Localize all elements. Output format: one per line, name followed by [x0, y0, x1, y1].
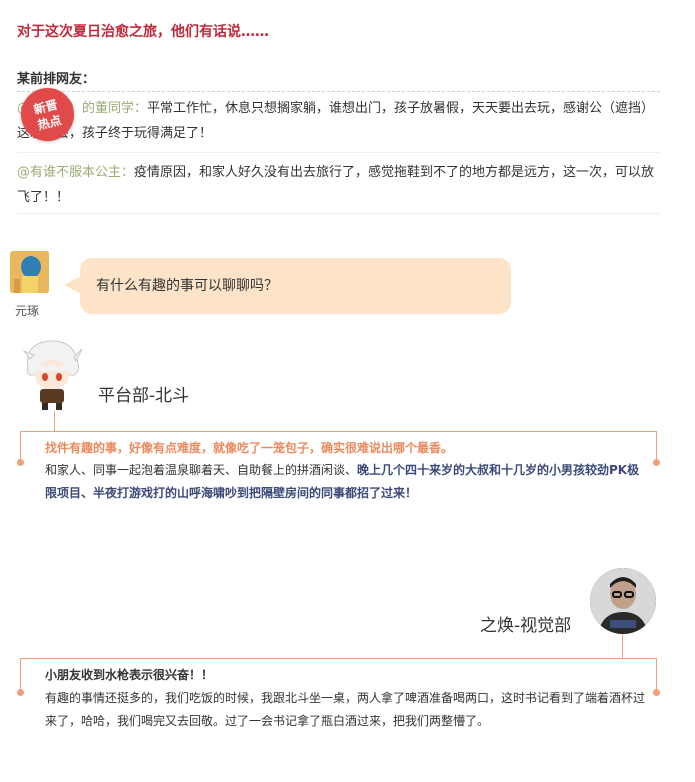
comment-user[interactable]: @有谁不服本公主：: [17, 165, 134, 180]
anime-avatar-icon: [22, 340, 83, 410]
section-label: 某前排网友：: [17, 72, 96, 87]
avatar: [10, 251, 49, 293]
quote-dot: [17, 689, 24, 696]
comment-divider: [17, 213, 660, 214]
avatar-illustration-icon: [10, 251, 49, 293]
comment-divider: [17, 152, 660, 153]
avatar-name: 元琢: [15, 304, 40, 318]
quote-title: 小朋友收到水枪表示很兴奋！！: [45, 668, 214, 682]
speaker-name: 之焕-视觉部: [480, 616, 572, 636]
quote-right-line: [656, 431, 657, 461]
bubble-tail: [64, 276, 81, 294]
quote-dot: [653, 689, 660, 696]
person-photo-icon: [590, 568, 656, 634]
comment-item: @有谁不服本公主：疫情原因，和家人好久没有出去旅行了，感觉拖鞋到不了的地方都是远…: [17, 160, 660, 210]
connector-line: [622, 634, 623, 658]
comment-item: @（遮挡）的董同学：平常工作忙，休息只想搁家躺，谁想出门，孩子放暑假，天天要出去…: [17, 96, 660, 146]
connector-line: [54, 411, 55, 431]
quote-top-line: [20, 431, 657, 432]
speaker-name: 平台部-北斗: [98, 386, 190, 406]
quote-body: 和家人、同事一起泡着温泉聊着天、自助餐上的拼酒闲谈、晚上几个四十来岁的大叔和十几…: [45, 459, 645, 505]
quote-left-line: [20, 431, 21, 461]
quote-right-line: [656, 658, 657, 691]
avatar: [20, 337, 84, 411]
quote-left-line: [20, 658, 21, 691]
avatar: [590, 568, 656, 634]
quote-dot: [653, 459, 660, 466]
article-headline: 对于这次夏日治愈之旅，他们有话说……: [17, 24, 269, 40]
dashed-divider: [17, 91, 660, 92]
quote-top-line: [20, 658, 657, 659]
quote-dot: [17, 459, 24, 466]
question-bubble: 有什么有趣的事可以聊聊吗？: [80, 258, 511, 314]
quote-body-plain: 和家人、同事一起泡着温泉聊着天、自助餐上的拼酒闲谈、: [45, 463, 358, 477]
quote-highlight: 找件有趣的事，好像有点难度，就像吃了一笼包子，确实很难说出哪个最香。: [45, 441, 454, 455]
quote-body: 有趣的事情还挺多的，我们吃饭的时候，我跟北斗坐一桌，两人拿了啤酒准备喝两口，这时…: [45, 691, 646, 728]
